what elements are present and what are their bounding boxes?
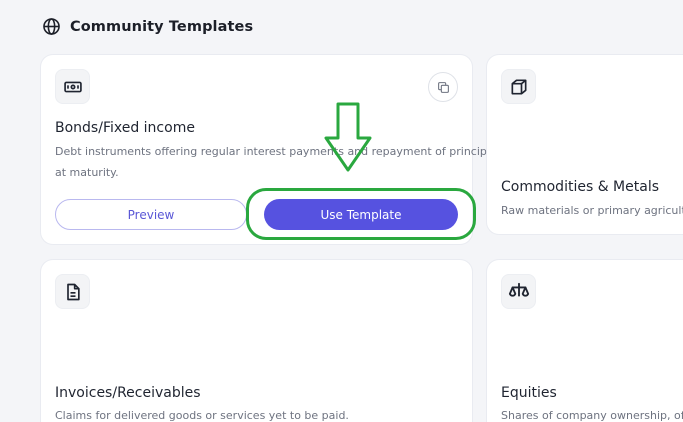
document-icon	[66, 283, 80, 300]
template-card-invoices[interactable]: Invoices/Receivables Claims for delivere…	[41, 260, 472, 422]
card-title: Commodities & Metals	[501, 179, 660, 195]
card-title: Bonds/Fixed income	[55, 120, 195, 136]
template-card-commodities[interactable]: Commodities & Metals Raw materials or pr…	[487, 55, 683, 234]
copy-button[interactable]	[428, 72, 458, 102]
card-title: Invoices/Receivables	[55, 385, 201, 401]
template-card-equities[interactable]: Equities Shares of company ownership, of…	[487, 260, 683, 422]
use-template-button[interactable]: Use Template	[264, 199, 458, 230]
card-icon-container	[501, 274, 536, 309]
card-icon-container	[55, 274, 90, 309]
scale-icon	[508, 282, 529, 297]
card-description: Raw materials or primary agricultural	[501, 204, 683, 217]
card-icon-container	[501, 69, 536, 104]
card-description: Claims for delivered goods or services y…	[55, 409, 349, 422]
card-title: Equities	[501, 385, 557, 401]
card-description-cont: at maturity.	[55, 166, 119, 179]
copy-icon	[437, 81, 449, 93]
cube-icon	[511, 79, 526, 94]
card-icon-container	[55, 69, 90, 104]
card-description: Debt instruments offering regular intere…	[55, 145, 497, 158]
template-card-bonds: Bonds/Fixed income Debt instruments offe…	[41, 55, 497, 244]
section-title: Community Templates	[70, 18, 254, 35]
section-header: Community Templates	[42, 17, 253, 36]
preview-button[interactable]: Preview	[55, 199, 247, 230]
banknote-icon	[63, 81, 82, 92]
globe-icon	[43, 18, 60, 35]
card-description: Shares of company ownership, offeri	[501, 409, 683, 422]
